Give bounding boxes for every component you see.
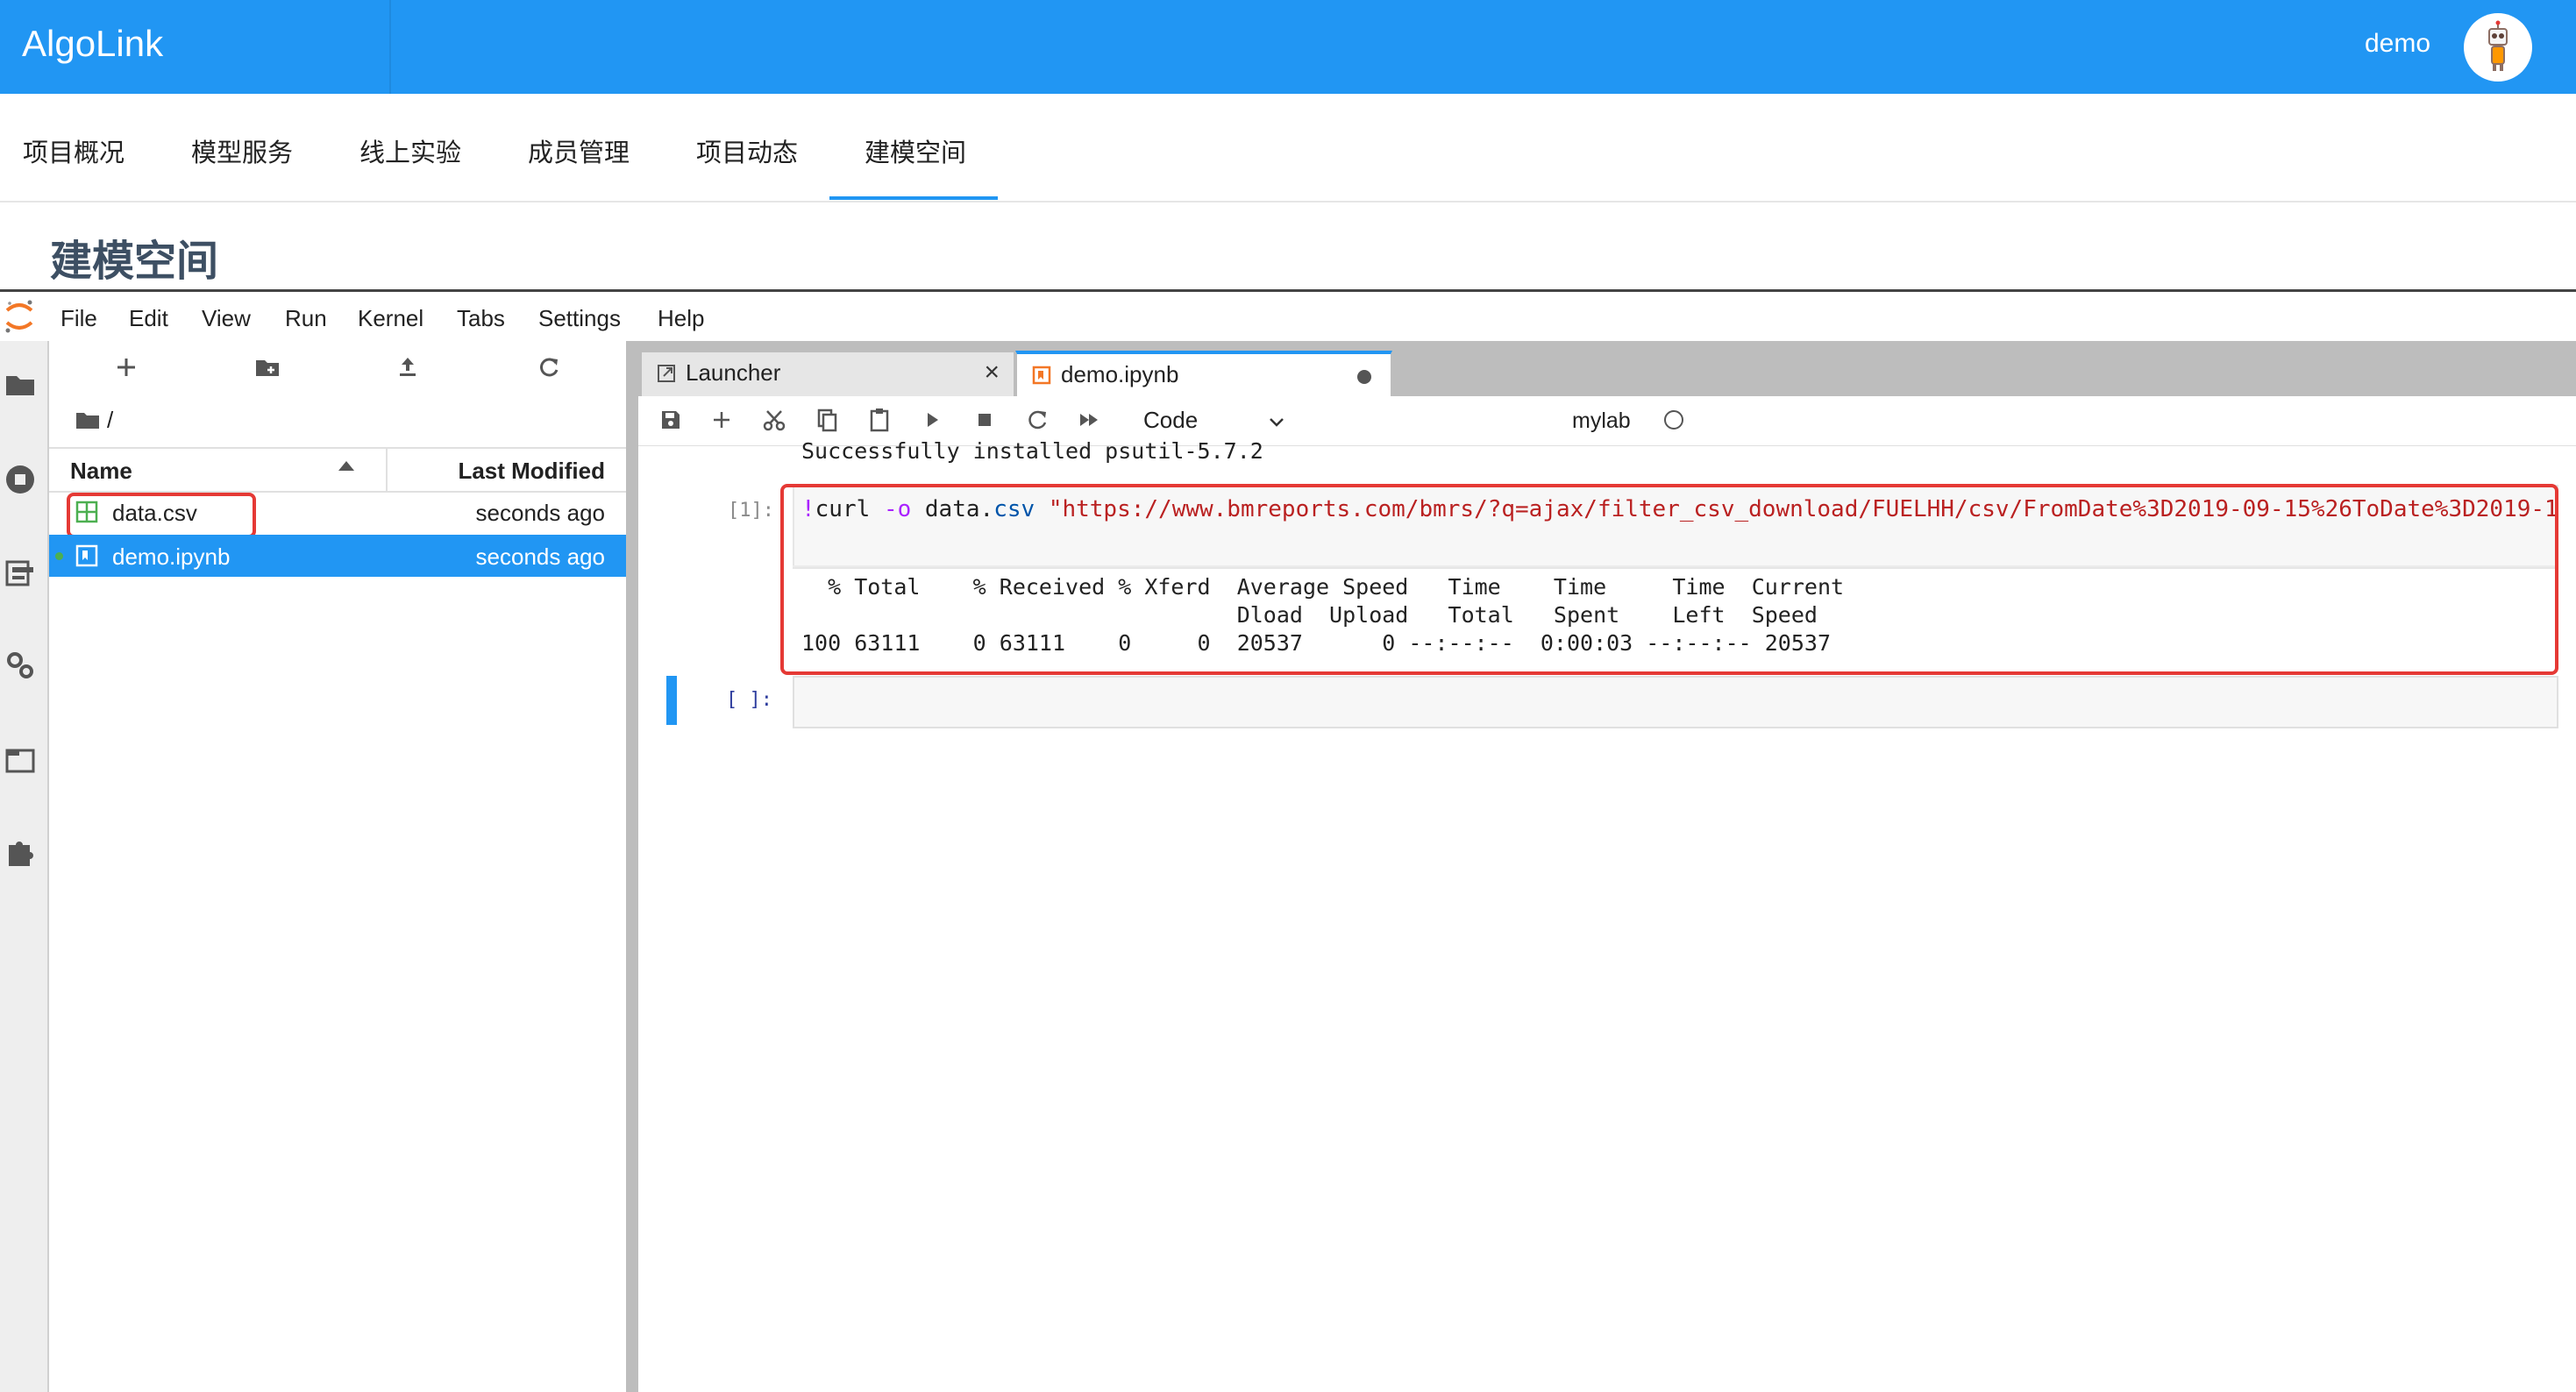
cell-type-select[interactable]: Code (1143, 407, 1198, 434)
user-name[interactable]: demo (2365, 29, 2430, 59)
jupyter-logo-icon[interactable] (4, 298, 35, 335)
app-header: AlgoLink demo (0, 0, 2576, 94)
new-launcher-icon[interactable] (111, 352, 141, 382)
kernel-idle-status-icon (1664, 410, 1683, 430)
panel-splitter[interactable] (626, 341, 638, 1392)
cut-icon[interactable] (759, 405, 789, 435)
upload-icon[interactable] (393, 352, 423, 382)
add-cell-icon[interactable] (707, 405, 737, 435)
header-divider (389, 0, 391, 94)
brand-logo[interactable]: AlgoLink (22, 23, 163, 65)
tab-online-experiment[interactable]: 线上实验 (359, 132, 461, 169)
close-icon[interactable]: × (984, 358, 1000, 387)
file-name: demo.ipynb (112, 543, 231, 570)
tab-project-activity[interactable]: 项目动态 (696, 132, 798, 169)
run-icon[interactable] (917, 405, 947, 435)
settings-gears-icon[interactable] (4, 649, 37, 682)
cell-prompt: [1]: (728, 500, 774, 522)
empty-code-cell[interactable] (793, 676, 2558, 728)
tab-project-overview[interactable]: 项目概况 (23, 132, 125, 169)
launcher-icon (658, 365, 675, 382)
breadcrumb-folder-icon[interactable] (75, 410, 100, 430)
highlight-box-file (67, 493, 256, 538)
column-name[interactable]: Name (70, 458, 132, 485)
tab-launcher[interactable]: Launcher × (640, 351, 1015, 396)
tab-label: Launcher (686, 359, 781, 386)
active-cell-indicator (666, 676, 677, 725)
avatar[interactable] (2464, 13, 2532, 82)
open-tabs-icon[interactable] (4, 743, 37, 777)
tab-member-management[interactable]: 成员管理 (528, 132, 630, 169)
column-divider[interactable] (386, 449, 388, 491)
file-modified: seconds ago (475, 543, 605, 570)
refresh-icon[interactable] (534, 352, 564, 382)
cell-prompt: [ ]: (726, 689, 772, 711)
folder-icon[interactable] (4, 368, 37, 401)
save-icon[interactable] (656, 405, 686, 435)
menu-tabs[interactable]: Tabs (457, 305, 505, 332)
copy-icon[interactable] (812, 405, 842, 435)
tab-label: demo.ipynb (1061, 361, 1179, 387)
restart-icon[interactable] (1022, 405, 1052, 435)
menu-help[interactable]: Help (658, 305, 704, 332)
menu-settings[interactable]: Settings (538, 305, 621, 332)
unsaved-dot-icon[interactable] (1357, 370, 1371, 384)
breadcrumb[interactable]: / (107, 407, 113, 434)
kernel-name[interactable]: mylab (1572, 408, 1631, 434)
menu-edit[interactable]: Edit (129, 305, 168, 332)
previous-output: Successfully installed psutil-5.7.2 (801, 438, 1263, 464)
paste-icon[interactable] (865, 405, 894, 435)
menu-kernel[interactable]: Kernel (358, 305, 423, 332)
file-list-header: Name Last Modified (49, 447, 626, 493)
robot-avatar-icon (2488, 20, 2508, 71)
tab-model-service[interactable]: 模型服务 (191, 132, 293, 169)
tab-modeling-space[interactable]: 建模空间 (865, 132, 966, 169)
menu-run[interactable]: Run (285, 305, 327, 332)
chevron-down-icon[interactable] (1267, 412, 1286, 431)
file-modified: seconds ago (475, 500, 605, 526)
tab-demo-ipynb[interactable]: demo.ipynb (1015, 351, 1392, 396)
running-sessions-icon[interactable] (4, 463, 37, 496)
notebook-icon (1032, 366, 1051, 385)
stop-icon[interactable] (970, 405, 1000, 435)
project-nav: 项目概况 模型服务 线上实验 成员管理 项目动态 建模空间 (0, 94, 2576, 202)
new-folder-icon[interactable] (253, 352, 282, 382)
menu-view[interactable]: View (202, 305, 251, 332)
notebook-icon (75, 544, 98, 567)
page-title: 建模空间 (50, 238, 219, 285)
fast-forward-icon[interactable] (1075, 405, 1105, 435)
highlight-box-cell (780, 484, 2558, 675)
command-palette-icon[interactable] (4, 557, 37, 590)
active-tab-indicator (829, 196, 998, 200)
menu-file[interactable]: File (60, 305, 97, 332)
file-row-demo-ipynb[interactable]: demo.ipynb seconds ago (49, 535, 626, 577)
sort-ascending-icon[interactable] (338, 461, 354, 471)
running-indicator (55, 552, 63, 560)
column-last-modified[interactable]: Last Modified (458, 458, 605, 485)
extension-puzzle-icon[interactable] (4, 834, 37, 868)
